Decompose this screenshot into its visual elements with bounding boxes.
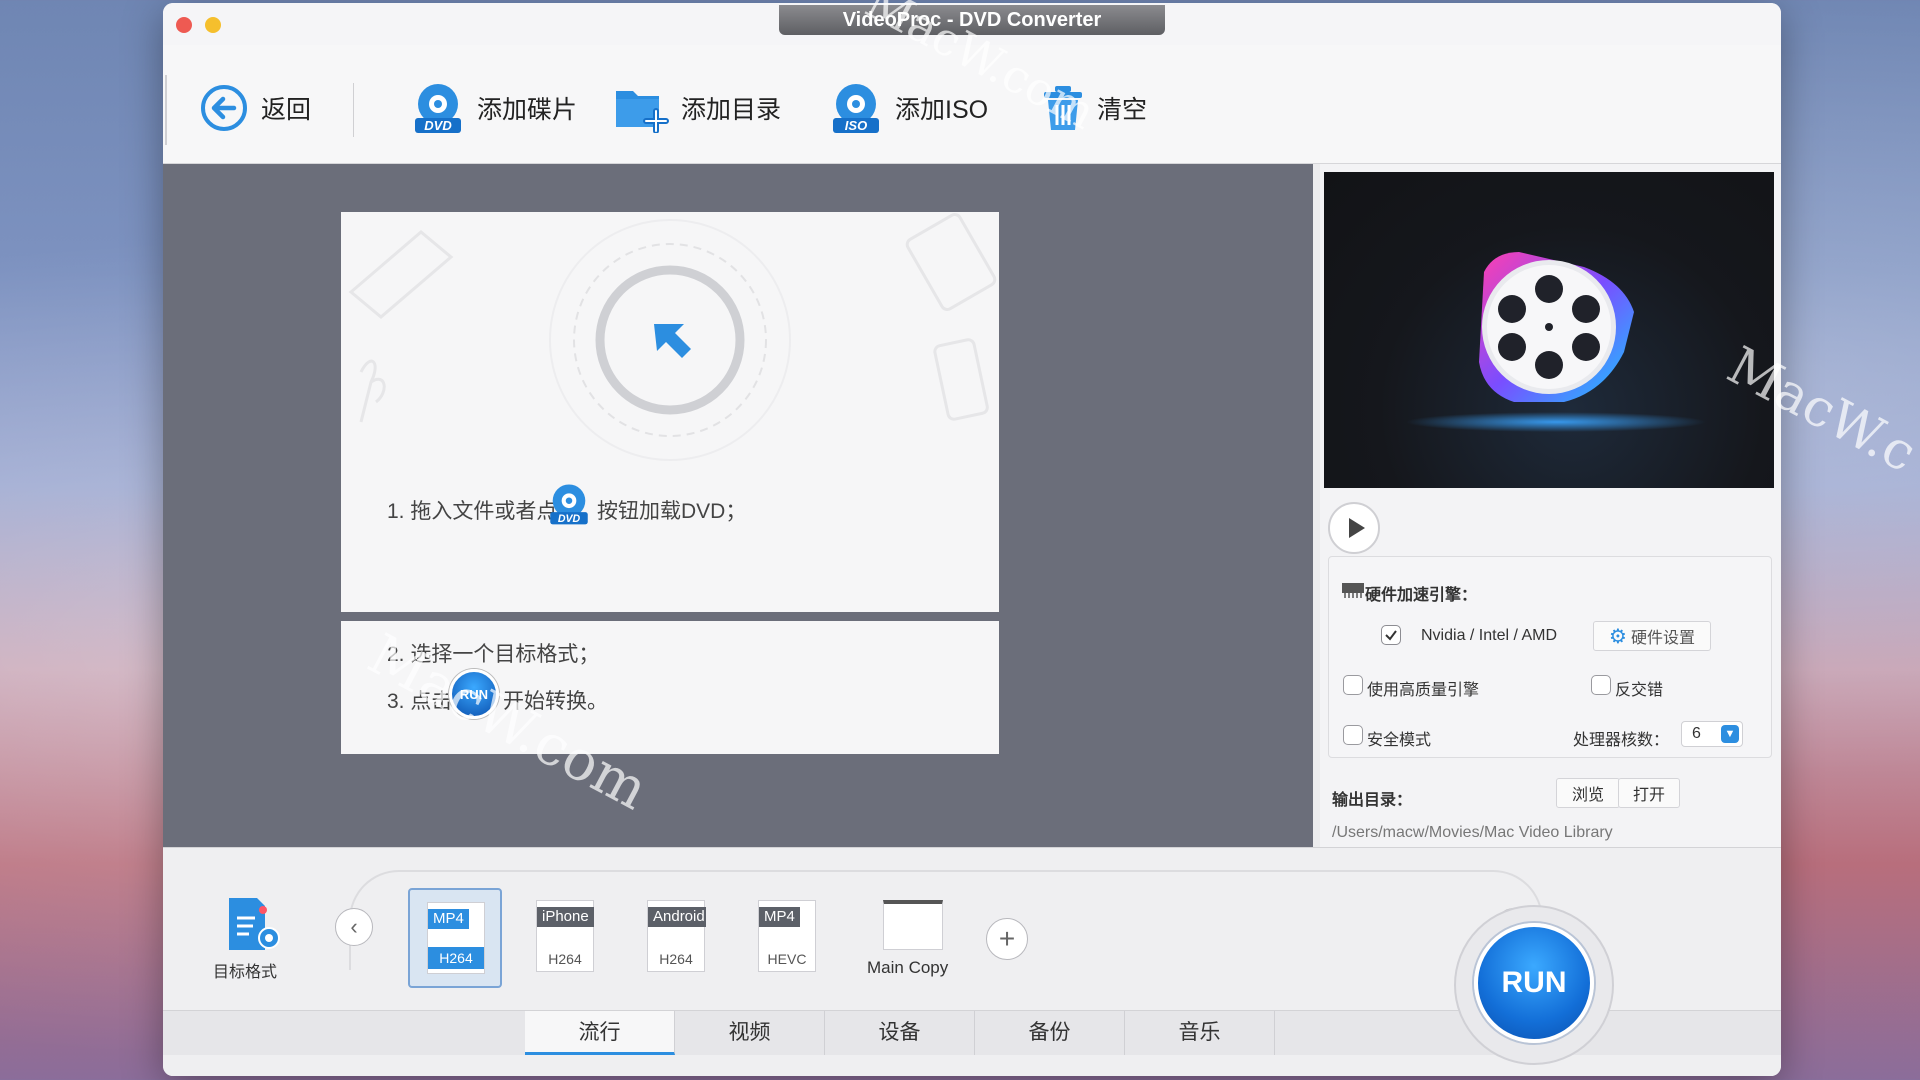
tab-backup[interactable]: 备份 xyxy=(975,1011,1125,1055)
chevron-left-icon: ‹ xyxy=(350,914,358,939)
high-quality-engine-checkbox[interactable] xyxy=(1343,675,1363,695)
drop-zone[interactable]: 1. 拖入文件或者点击 DVD 按钮加载DVD； xyxy=(341,212,999,612)
back-button[interactable]: 返回 xyxy=(199,83,311,133)
format-file-icon: MP4 H264 xyxy=(427,902,485,974)
carousel-prev-button[interactable]: ‹ xyxy=(335,908,373,946)
add-disc-button[interactable]: DVD 添加碟片 xyxy=(411,83,577,133)
hardware-settings-label: 硬件设置 xyxy=(1630,630,1695,647)
chevron-down-icon: ▼ xyxy=(1721,725,1739,743)
open-folder-button[interactable]: 打开 xyxy=(1618,778,1680,808)
format-top-label: iPhone xyxy=(537,907,594,927)
back-label: 返回 xyxy=(261,96,312,124)
format-file-icon: MP4 HEVC xyxy=(758,900,816,972)
right-panel: 硬件加速引擎： Nvidia / Intel / AMD ⚙ 硬件设置 使用高质… xyxy=(1320,164,1781,847)
deinterlace-label: 反交错 xyxy=(1615,682,1664,699)
dvd-inline-icon[interactable]: DVD xyxy=(547,482,591,526)
plus-icon: + xyxy=(998,923,1016,954)
main-copy-label: Main Copy xyxy=(867,958,949,977)
drop-area-panel: 1. 拖入文件或者点击 DVD 按钮加载DVD； 2. 选择一个目标格式； 3.… xyxy=(163,164,1313,847)
dvd-disc-icon: DVD xyxy=(415,84,461,133)
output-dir-label: 输出目录： xyxy=(1332,792,1413,809)
tab-music[interactable]: 音乐 xyxy=(1125,1011,1275,1055)
gpu-vendor-label: Nvidia / Intel / AMD xyxy=(1421,627,1558,644)
tab-device[interactable]: 设备 xyxy=(825,1011,975,1055)
format-mp4-hevc[interactable]: MP4 HEVC xyxy=(741,888,835,988)
add-folder-button[interactable]: 添加目录 xyxy=(613,83,781,133)
hardware-settings-button[interactable]: ⚙ 硬件设置 xyxy=(1593,621,1711,651)
deinterlace-checkbox[interactable] xyxy=(1591,675,1611,695)
tab-video[interactable]: 视频 xyxy=(675,1011,825,1055)
toolbar-divider xyxy=(165,75,167,145)
play-button[interactable] xyxy=(1328,502,1380,554)
dvd-inline-badge-text: DVD xyxy=(558,513,581,525)
cpu-cores-value: 6 xyxy=(1692,725,1701,742)
add-iso-label: 添加ISO xyxy=(895,96,989,124)
iso-disc-icon: ISO xyxy=(833,84,879,133)
hardware-acceleration-box: 硬件加速引擎： Nvidia / Intel / AMD ⚙ 硬件设置 使用高质… xyxy=(1328,556,1772,758)
add-folder-icon xyxy=(616,91,669,133)
video-preview xyxy=(1324,172,1774,488)
format-bottom-label: H264 xyxy=(659,951,693,967)
format-mp4-h264[interactable]: MP4 H264 xyxy=(408,888,502,988)
dvd-badge-text: DVD xyxy=(424,118,452,133)
format-bottom-label: HEVC xyxy=(767,951,807,967)
add-iso-button[interactable]: ISO 添加ISO xyxy=(829,83,988,133)
clear-label: 清空 xyxy=(1097,96,1148,124)
gpu-vendor-checkbox[interactable] xyxy=(1381,625,1401,645)
back-arrow-icon xyxy=(201,85,247,131)
disc-copy-icon xyxy=(883,900,943,950)
format-main-copy[interactable]: Main Copy xyxy=(853,888,973,988)
format-top-label: MP4 xyxy=(759,907,800,927)
decorative-shapes xyxy=(348,213,997,461)
format-bottom-label: H264 xyxy=(548,951,582,967)
target-format-icon xyxy=(229,898,280,950)
output-path: /Users/macw/Movies/Mac Video Library xyxy=(1332,824,1613,841)
format-top-label: MP4 xyxy=(428,909,469,929)
iso-badge-text: ISO xyxy=(845,118,867,133)
videoproc-logo-icon xyxy=(1406,252,1706,432)
play-icon xyxy=(1349,518,1365,538)
gear-icon: ⚙ xyxy=(1609,625,1627,648)
hardware-title: 硬件加速引擎： xyxy=(1365,587,1478,604)
cpu-cores-label: 处理器核数： xyxy=(1573,732,1670,749)
checkmark-icon xyxy=(1385,630,1397,641)
format-top-label: Android xyxy=(648,907,706,927)
format-file-icon: iPhone H264 xyxy=(536,900,594,972)
add-format-button[interactable]: + xyxy=(986,918,1028,960)
target-format-label: 目标格式 xyxy=(213,964,278,981)
format-bottom-label: H264 xyxy=(428,947,484,969)
target-format-button[interactable]: 目标格式 xyxy=(207,896,297,986)
toolbar-separator xyxy=(353,83,354,137)
high-quality-engine-label: 使用高质量引擎 xyxy=(1367,682,1480,699)
tab-popular[interactable]: 流行 xyxy=(525,1011,675,1055)
format-iphone-h264[interactable]: iPhone H264 xyxy=(519,888,613,988)
cpu-cores-select[interactable]: 6 ▼ xyxy=(1681,721,1743,747)
format-android-h264[interactable]: Android H264 xyxy=(630,888,724,988)
format-file-icon: Android H264 xyxy=(647,900,706,972)
minimize-window-button[interactable] xyxy=(205,17,221,33)
instruction-step-1-suffix: 按钮加载DVD； xyxy=(597,500,747,523)
safe-mode-checkbox[interactable] xyxy=(1343,725,1363,745)
run-button[interactable]: RUN xyxy=(1474,923,1594,1043)
chip-icon xyxy=(1342,583,1364,598)
browse-button[interactable]: 浏览 xyxy=(1556,778,1620,808)
add-folder-label: 添加目录 xyxy=(681,96,782,124)
cursor-arrow-icon xyxy=(654,324,691,358)
add-disc-label: 添加碟片 xyxy=(477,96,578,124)
safe-mode-label: 安全模式 xyxy=(1367,732,1432,749)
close-window-button[interactable] xyxy=(176,17,192,33)
